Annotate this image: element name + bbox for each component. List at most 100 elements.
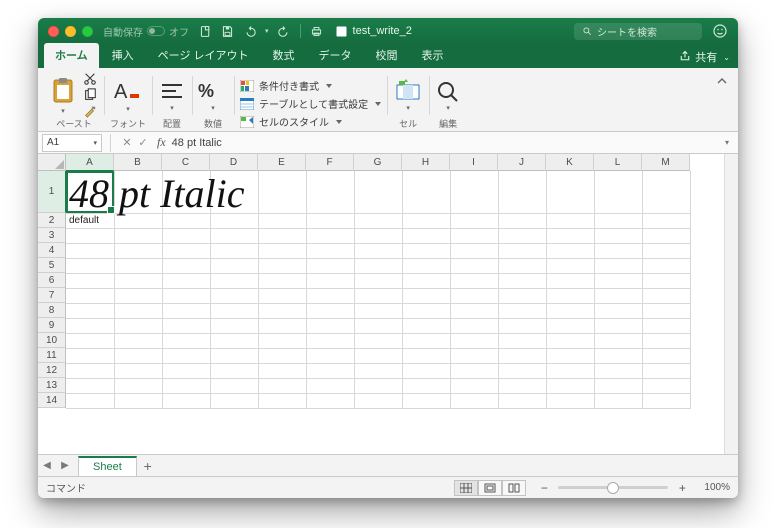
cell-L1[interactable]: [594, 171, 642, 213]
column-header-A[interactable]: A: [66, 154, 114, 171]
cell-E1[interactable]: [258, 171, 306, 213]
cell-L9[interactable]: [594, 318, 642, 333]
ribbon-tab-1[interactable]: 挿入: [101, 43, 145, 68]
row-header-5[interactable]: 5: [38, 258, 66, 273]
cancel-formula-button[interactable]: ✕: [119, 136, 135, 149]
cell-I2[interactable]: [450, 213, 498, 228]
cell-L14[interactable]: [594, 393, 642, 408]
cell-C1[interactable]: [162, 171, 210, 213]
cell-I8[interactable]: [450, 303, 498, 318]
cell-I3[interactable]: [450, 228, 498, 243]
cell-A4[interactable]: [66, 243, 114, 258]
save-icon[interactable]: [221, 25, 234, 38]
cell-H7[interactable]: [402, 288, 450, 303]
cell-A7[interactable]: [66, 288, 114, 303]
cell-E13[interactable]: [258, 378, 306, 393]
cell-H4[interactable]: [402, 243, 450, 258]
cell-K6[interactable]: [546, 273, 594, 288]
column-header-H[interactable]: H: [402, 154, 450, 171]
cell-D10[interactable]: [210, 333, 258, 348]
cell-I9[interactable]: [450, 318, 498, 333]
cell-F4[interactable]: [306, 243, 354, 258]
name-box[interactable]: A1 ▾: [42, 134, 102, 152]
cell-H1[interactable]: [402, 171, 450, 213]
cell-I4[interactable]: [450, 243, 498, 258]
collapse-ribbon-button[interactable]: [716, 76, 728, 129]
row-header-1[interactable]: 1: [38, 171, 66, 213]
maximize-window-button[interactable]: [82, 26, 93, 37]
cell-K11[interactable]: [546, 348, 594, 363]
number-format-button[interactable]: % ▾: [198, 79, 228, 112]
cell-I7[interactable]: [450, 288, 498, 303]
ribbon-tab-2[interactable]: ページ レイアウト: [147, 43, 260, 68]
cell-G12[interactable]: [354, 363, 402, 378]
cell-F7[interactable]: [306, 288, 354, 303]
cut-icon[interactable]: [82, 72, 98, 86]
cell-C10[interactable]: [162, 333, 210, 348]
cell-E10[interactable]: [258, 333, 306, 348]
cell-C2[interactable]: [162, 213, 210, 228]
cell-B4[interactable]: [114, 243, 162, 258]
cell-D5[interactable]: [210, 258, 258, 273]
cell-L5[interactable]: [594, 258, 642, 273]
view-normal-button[interactable]: [454, 480, 478, 496]
cell-B9[interactable]: [114, 318, 162, 333]
cell-D2[interactable]: [210, 213, 258, 228]
cell-M3[interactable]: [642, 228, 690, 243]
cell-E9[interactable]: [258, 318, 306, 333]
cell-A12[interactable]: [66, 363, 114, 378]
cell-M8[interactable]: [642, 303, 690, 318]
cell-C7[interactable]: [162, 288, 210, 303]
fx-label[interactable]: fx: [157, 135, 166, 150]
row-header-9[interactable]: 9: [38, 318, 66, 333]
column-header-D[interactable]: D: [210, 154, 258, 171]
ribbon-tab-3[interactable]: 数式: [262, 43, 306, 68]
cell-M6[interactable]: [642, 273, 690, 288]
cell-H3[interactable]: [402, 228, 450, 243]
cell-F3[interactable]: [306, 228, 354, 243]
cell-H8[interactable]: [402, 303, 450, 318]
cell-C5[interactable]: [162, 258, 210, 273]
cell-G1[interactable]: [354, 171, 402, 213]
cell-K5[interactable]: [546, 258, 594, 273]
cell-K1[interactable]: [546, 171, 594, 213]
cell-A14[interactable]: [66, 393, 114, 408]
column-header-G[interactable]: G: [354, 154, 402, 171]
cell-I13[interactable]: [450, 378, 498, 393]
grid[interactable]: 48 pt Italic default: [66, 171, 724, 409]
cell-M13[interactable]: [642, 378, 690, 393]
cell-D4[interactable]: [210, 243, 258, 258]
cell-C13[interactable]: [162, 378, 210, 393]
cell-K8[interactable]: [546, 303, 594, 318]
cell-F14[interactable]: [306, 393, 354, 408]
cell-D13[interactable]: [210, 378, 258, 393]
share-button[interactable]: 共有 ⌄: [679, 49, 730, 68]
cell-A6[interactable]: [66, 273, 114, 288]
cell-M5[interactable]: [642, 258, 690, 273]
cell-E3[interactable]: [258, 228, 306, 243]
ribbon-tab-5[interactable]: 校閲: [365, 43, 409, 68]
view-page-break-button[interactable]: [502, 480, 526, 496]
cell-K14[interactable]: [546, 393, 594, 408]
cell-H14[interactable]: [402, 393, 450, 408]
cell-H9[interactable]: [402, 318, 450, 333]
cell-M1[interactable]: [642, 171, 690, 213]
column-header-I[interactable]: I: [450, 154, 498, 171]
cell-B3[interactable]: [114, 228, 162, 243]
ribbon-tab-4[interactable]: データ: [308, 43, 363, 68]
column-header-J[interactable]: J: [498, 154, 546, 171]
cell-K4[interactable]: [546, 243, 594, 258]
cell-E11[interactable]: [258, 348, 306, 363]
cell-A5[interactable]: [66, 258, 114, 273]
cell-D8[interactable]: [210, 303, 258, 318]
cell-H10[interactable]: [402, 333, 450, 348]
cell-K7[interactable]: [546, 288, 594, 303]
cell-C12[interactable]: [162, 363, 210, 378]
print-icon[interactable]: [310, 25, 323, 38]
cell-J12[interactable]: [498, 363, 546, 378]
cell-F12[interactable]: [306, 363, 354, 378]
cell-J11[interactable]: [498, 348, 546, 363]
cell-J10[interactable]: [498, 333, 546, 348]
cell-H6[interactable]: [402, 273, 450, 288]
cell-F13[interactable]: [306, 378, 354, 393]
